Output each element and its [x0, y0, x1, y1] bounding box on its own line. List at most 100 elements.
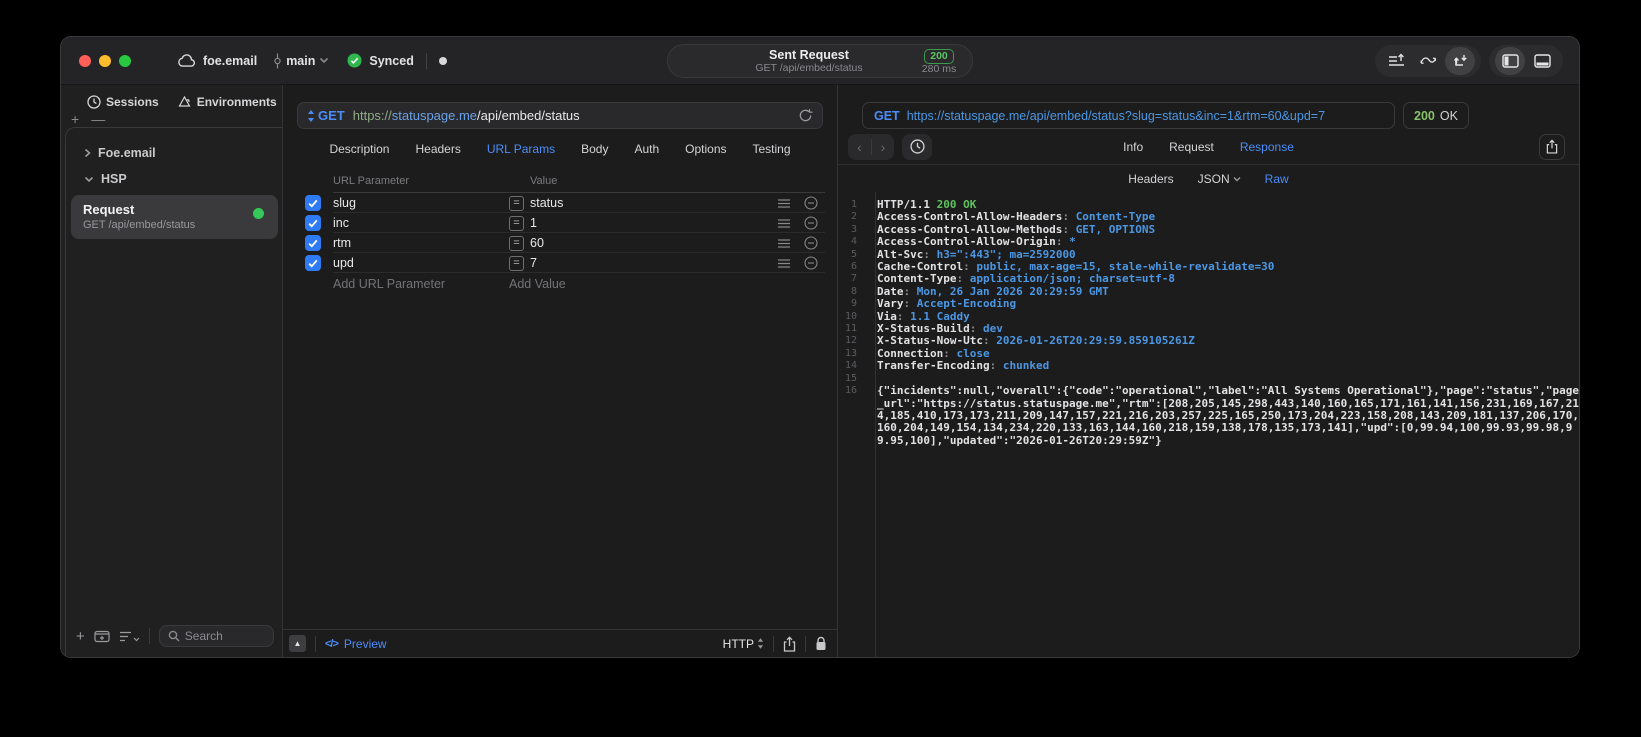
- tab-options[interactable]: Options: [685, 142, 726, 156]
- branch-selector[interactable]: main: [273, 53, 329, 69]
- param-name[interactable]: slug: [333, 196, 509, 210]
- param-value[interactable]: status: [530, 196, 563, 210]
- param-value[interactable]: 60: [530, 236, 544, 250]
- project-menu[interactable]: foe.email: [177, 54, 257, 68]
- tab-auth[interactable]: Auth: [634, 142, 659, 156]
- add-param-value-placeholder: Add Value: [509, 277, 566, 291]
- request-tabs: Description Headers URL Params Body Auth Opti…: [283, 129, 837, 169]
- param-row-slug: slug = status: [299, 193, 825, 213]
- search-icon: [168, 630, 180, 642]
- back-button[interactable]: ‹: [848, 139, 871, 155]
- line-number: 5: [850, 248, 857, 260]
- layout-left-icon: [1501, 53, 1519, 68]
- sort-export-button[interactable]: [1381, 47, 1411, 75]
- tab-body[interactable]: Body: [581, 142, 608, 156]
- add-param-row[interactable]: Add URL Parameter Add Value: [299, 273, 825, 295]
- response-url: https://statuspage.me/api/embed/status?s…: [906, 108, 1326, 123]
- param-name[interactable]: inc: [333, 216, 509, 230]
- param-enabled-checkbox[interactable]: [305, 215, 321, 231]
- toggle-left-sidebar-button[interactable]: [1495, 46, 1525, 75]
- add-param-name-placeholder: Add URL Parameter: [333, 277, 446, 291]
- tab-headers[interactable]: Headers: [1128, 172, 1173, 186]
- param-remove-button[interactable]: [797, 196, 825, 210]
- request-list-item-selected[interactable]: Request GET /api/embed/status: [71, 195, 278, 239]
- add-session-button[interactable]: +: [71, 111, 79, 127]
- request-url-bar[interactable]: GET https://statuspage.me/api/embed/stat…: [297, 102, 823, 129]
- tab-info[interactable]: Info: [1123, 140, 1143, 154]
- check-icon: [308, 219, 318, 228]
- param-reorder-handle[interactable]: [771, 198, 797, 208]
- param-name[interactable]: rtm: [333, 236, 509, 250]
- request-status-pill[interactable]: Sent Request GET /api/embed/status 200 2…: [667, 44, 973, 78]
- tab-url-params[interactable]: URL Params: [487, 142, 555, 156]
- list-up-arrow-icon: [1388, 53, 1405, 68]
- param-value[interactable]: 1: [530, 216, 537, 230]
- search-input[interactable]: Search: [158, 625, 274, 647]
- sidebar-tabs: Sessions Environments: [61, 85, 282, 111]
- remove-row-icon: [804, 256, 818, 270]
- tab-environments[interactable]: Environments: [177, 95, 277, 109]
- tab-request[interactable]: Request: [1169, 140, 1214, 154]
- forward-button[interactable]: ›: [871, 138, 894, 155]
- lock-icon[interactable]: [815, 636, 827, 651]
- response-raw-view[interactable]: 1 HTTP/1.1 200 OK 2 Access-Control-Allow-He…: [838, 192, 1579, 657]
- close-window-button[interactable]: [79, 54, 91, 67]
- tab-json[interactable]: JSON: [1198, 172, 1241, 186]
- response-line: 14 Transfer-Encoding: chunked: [838, 360, 1579, 372]
- line-number: 4: [850, 236, 857, 248]
- sync-status[interactable]: Synced: [347, 53, 414, 68]
- tab-description[interactable]: Description: [329, 142, 389, 156]
- zoom-window-button[interactable]: [119, 54, 131, 67]
- param-remove-button[interactable]: [797, 256, 825, 270]
- response-method: GET: [874, 108, 900, 123]
- minimize-window-button[interactable]: [99, 54, 111, 67]
- share-icon[interactable]: [783, 635, 796, 652]
- tree-item-hsp[interactable]: HSP: [66, 166, 282, 192]
- request-footer-bar: ▲ </> Preview HTTP: [283, 629, 837, 657]
- url-host: statuspage.me: [391, 108, 478, 123]
- resend-request-button[interactable]: [798, 108, 813, 123]
- param-enabled-checkbox[interactable]: [305, 195, 321, 211]
- param-reorder-handle[interactable]: [771, 258, 797, 268]
- tab-headers[interactable]: Headers: [415, 142, 460, 156]
- toggle-bottom-panel-button[interactable]: [1527, 47, 1557, 75]
- flow-compare-button[interactable]: [1413, 47, 1443, 75]
- layout-tools-group: [1489, 44, 1563, 77]
- equals-icon: =: [509, 235, 524, 251]
- method-updown-icon: [307, 109, 315, 122]
- list-options-button[interactable]: [119, 631, 140, 642]
- add-request-button[interactable]: +: [76, 628, 85, 645]
- request-panel: GET https://statuspage.me/api/embed/stat…: [282, 85, 838, 657]
- tab-response[interactable]: Response: [1240, 140, 1294, 154]
- response-panel: GET https://statuspage.me/api/embed/stat…: [838, 85, 1579, 657]
- expand-panel-button[interactable]: ▲: [289, 635, 306, 652]
- line-number: 12: [844, 335, 857, 347]
- tab-raw[interactable]: Raw: [1265, 172, 1289, 186]
- history-button[interactable]: [902, 133, 932, 160]
- param-reorder-handle[interactable]: [771, 238, 797, 248]
- response-status-code: 200: [1414, 108, 1435, 123]
- line-number: 1: [850, 199, 857, 210]
- chevron-down-icon: [319, 57, 329, 64]
- import-export-button[interactable]: [1445, 46, 1475, 75]
- tree-item-foe-email[interactable]: Foe.email: [66, 140, 282, 166]
- protocol-selector[interactable]: HTTP: [723, 637, 764, 651]
- param-remove-button[interactable]: [797, 236, 825, 250]
- request-status-result: 200 280 ms: [916, 46, 972, 76]
- param-reorder-handle[interactable]: [771, 218, 797, 228]
- tab-sessions[interactable]: Sessions: [87, 95, 159, 109]
- chevron-right-icon: [84, 148, 91, 158]
- remove-session-button[interactable]: —: [91, 111, 105, 127]
- layout-bottom-icon: [1533, 53, 1551, 68]
- sent-request-url[interactable]: GET https://statuspage.me/api/embed/stat…: [862, 102, 1395, 129]
- param-enabled-checkbox[interactable]: [305, 235, 321, 251]
- param-enabled-checkbox[interactable]: [305, 255, 321, 271]
- param-remove-button[interactable]: [797, 216, 825, 230]
- new-folder-icon[interactable]: [94, 629, 110, 643]
- param-name[interactable]: upd: [333, 256, 509, 270]
- status-code-badge: 200: [924, 49, 954, 65]
- preview-button[interactable]: </> Preview: [325, 637, 387, 651]
- export-response-button[interactable]: [1539, 133, 1565, 160]
- param-value[interactable]: 7: [530, 256, 537, 270]
- tab-testing[interactable]: Testing: [753, 142, 791, 156]
